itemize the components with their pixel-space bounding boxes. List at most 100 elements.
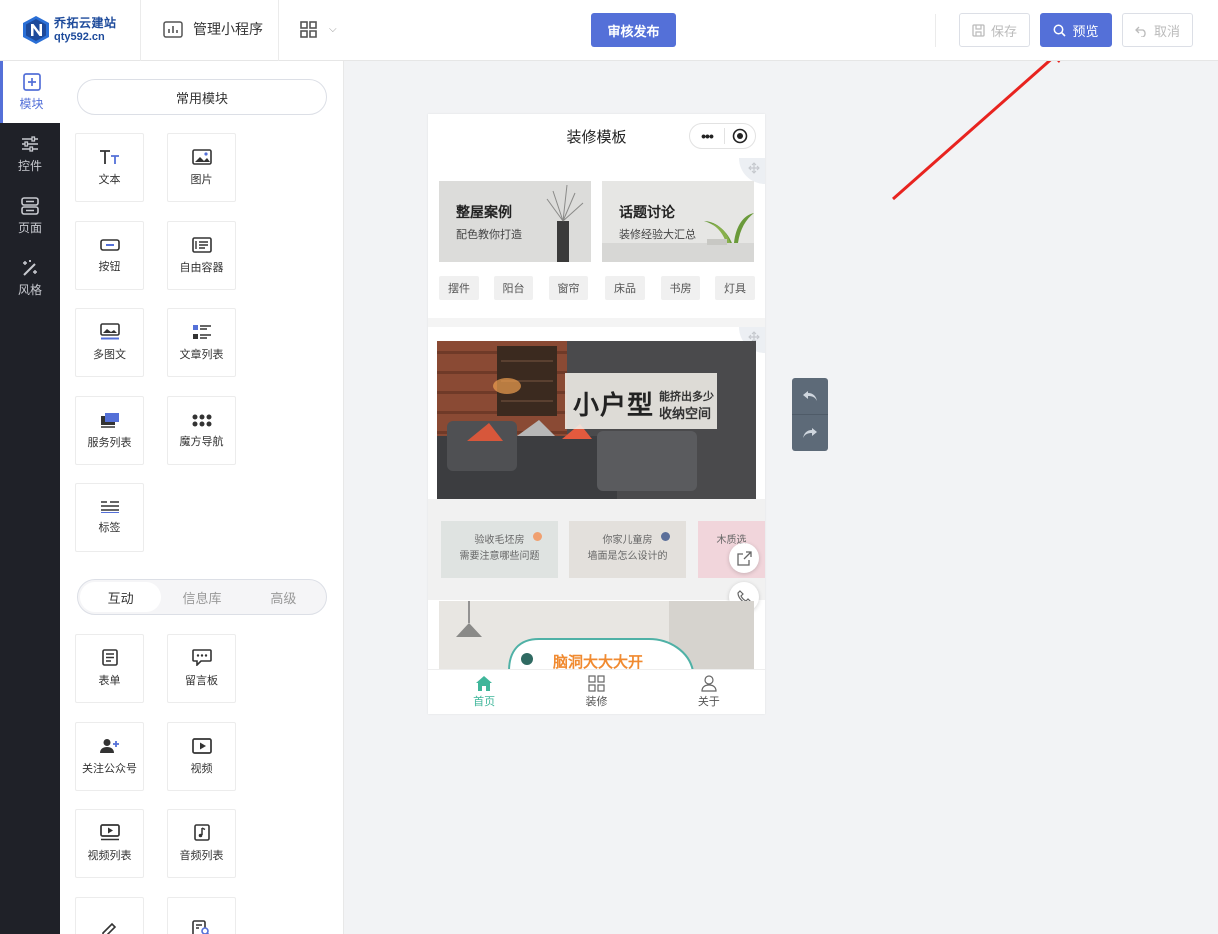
tab-label: 装修 [585,696,608,708]
module-tag[interactable]: 标签 [75,483,144,552]
save-label: 保存 [990,23,1017,39]
undo-button[interactable] [792,378,828,414]
module-search-list[interactable] [167,897,236,934]
apps-dropdown[interactable]: ⌵ [300,21,337,38]
hero-banner[interactable]: 小户型 能挤出多少 收纳空间 [437,341,756,499]
module-multi-image-text[interactable]: 多图文 [75,308,144,377]
module-label: 表单 [98,675,121,687]
module-label: 留言板 [185,675,218,687]
phone-tab-bar: 首页 装修 关于 [428,669,765,714]
undo-arrow-icon [803,391,817,401]
module-image[interactable]: 图片 [167,133,236,202]
tab-home[interactable]: 首页 [428,670,540,714]
module-video[interactable]: 视频 [167,722,236,791]
module-message-board[interactable]: 留言板 [167,634,236,703]
module-label: 魔方导航 [179,435,224,448]
side-nav: 模块 控件 页面 风格 [0,61,60,934]
manage-label: 管理小程序 [193,21,263,37]
tab-decoration[interactable]: 装修 [540,670,652,714]
article-card[interactable]: 验收毛坯房 需要注意哪些问题 [441,521,558,578]
audio-list-icon [193,824,210,841]
cube-nav-icon [192,414,211,426]
tab-advanced[interactable]: 高级 [243,582,324,612]
tag-icon [100,501,119,513]
topic-card[interactable]: 话题讨论 装修经验大汇总 [602,181,754,262]
close-record-icon [725,128,755,144]
video-list-icon [99,824,120,841]
article-line2: 墙面是怎么设计的 [587,551,668,562]
logo-n-icon [22,15,50,45]
divider [140,0,141,61]
share-icon [736,550,752,566]
module-text[interactable]: 文本 [75,133,144,202]
tag-chip[interactable]: 书房 [661,276,700,300]
module-label: 多图文 [93,349,126,361]
nav-item-pages[interactable]: 页面 [0,185,60,247]
redo-button[interactable] [792,415,828,451]
module-audio-list[interactable]: 音频列表 [167,809,236,878]
module-free-container[interactable]: 自由容器 [167,221,236,290]
nav-item-modules[interactable]: 模块 [0,61,60,123]
plus-square-icon [22,72,41,91]
module-label: 自由容器 [179,261,224,274]
module-service-list[interactable]: 服务列表 [75,396,144,465]
tab-info-library[interactable]: 信息库 [161,582,242,612]
module-video-list[interactable]: 视频列表 [75,809,144,878]
brand-logo[interactable]: 乔拓云建站 qty592.cn [22,12,117,48]
nav-label: 页面 [17,220,42,235]
chevron-down-icon: ⌵ [329,24,337,35]
user-icon [701,675,717,692]
divider [278,0,279,61]
brand-name: 乔拓云建站 [54,16,117,30]
nav-item-style[interactable]: 风格 [0,247,60,309]
tag-chip[interactable]: 窗帘 [549,276,588,300]
phone-preview: 装修模板 ••• 整屋案例 配色教你打造 话题讨论 装修经验大汇总 摆件 阳台 [428,114,765,714]
form-icon [101,649,118,666]
save-button[interactable]: 保存 [959,13,1030,47]
nav-label: 模块 [19,96,44,111]
article-card[interactable]: 你家儿童房 墙面是怎么设计的 [569,521,686,578]
module-cube-nav[interactable]: 魔方导航 [167,396,236,465]
text-icon [99,149,119,164]
section-gap [428,318,765,327]
miniprogram-capsule[interactable]: ••• [689,123,756,149]
tab-label: 关于 [697,696,720,708]
module-button[interactable]: 按钮 [75,221,144,290]
preview-button[interactable]: 预览 [1040,13,1112,47]
tab-interactive[interactable]: 互动 [80,582,162,612]
more-icon: ••• [701,128,714,144]
preview-label: 预览 [1072,23,1099,39]
manage-miniprogram-button[interactable]: 管理小程序 [163,19,263,39]
submit-review-button[interactable]: 审核发布 [591,13,676,47]
module-label: 图片 [190,173,213,186]
top-bar: 乔拓云建站 qty592.cn 管理小程序 ⌵ 审核发布 保存 预览 取消 [0,0,1218,61]
module-edit[interactable] [75,897,144,934]
module-article-list[interactable]: 文章列表 [167,308,236,377]
sliders-icon [22,135,38,152]
tag-chip[interactable]: 摆件 [439,276,479,300]
tag-chip[interactable]: 阳台 [494,276,533,300]
common-modules-header[interactable]: 常用模块 [77,79,327,115]
cancel-button[interactable]: 取消 [1122,13,1193,47]
module-label: 服务列表 [87,436,132,449]
bottom-banner[interactable]: 脑洞大大大开 [439,601,754,671]
card-title: 整屋案例 [456,204,512,220]
follow-account-icon [99,738,119,753]
card-subtitle: 配色教你打造 [456,229,522,241]
tag-chip[interactable]: 床品 [605,276,645,300]
nav-item-controls[interactable]: 控件 [0,123,60,185]
share-button[interactable] [729,543,759,573]
module-label: 音频列表 [179,850,224,862]
banner-line1: 能挤出多少 [659,391,714,403]
tab-about[interactable]: 关于 [653,670,765,714]
banner-line2: 收纳空间 [659,406,712,421]
brand-url: qty592.cn [54,31,105,43]
service-list-icon [100,412,119,428]
button-icon [99,238,120,251]
bottom-banner-text: 脑洞大大大开 [553,654,644,671]
module-form[interactable]: 表单 [75,634,144,703]
tag-chip[interactable]: 灯具 [715,276,755,300]
apps-grid-icon [300,21,317,38]
module-follow-account[interactable]: 关注公众号 [75,722,144,791]
case-card[interactable]: 整屋案例 配色教你打造 [439,181,591,262]
